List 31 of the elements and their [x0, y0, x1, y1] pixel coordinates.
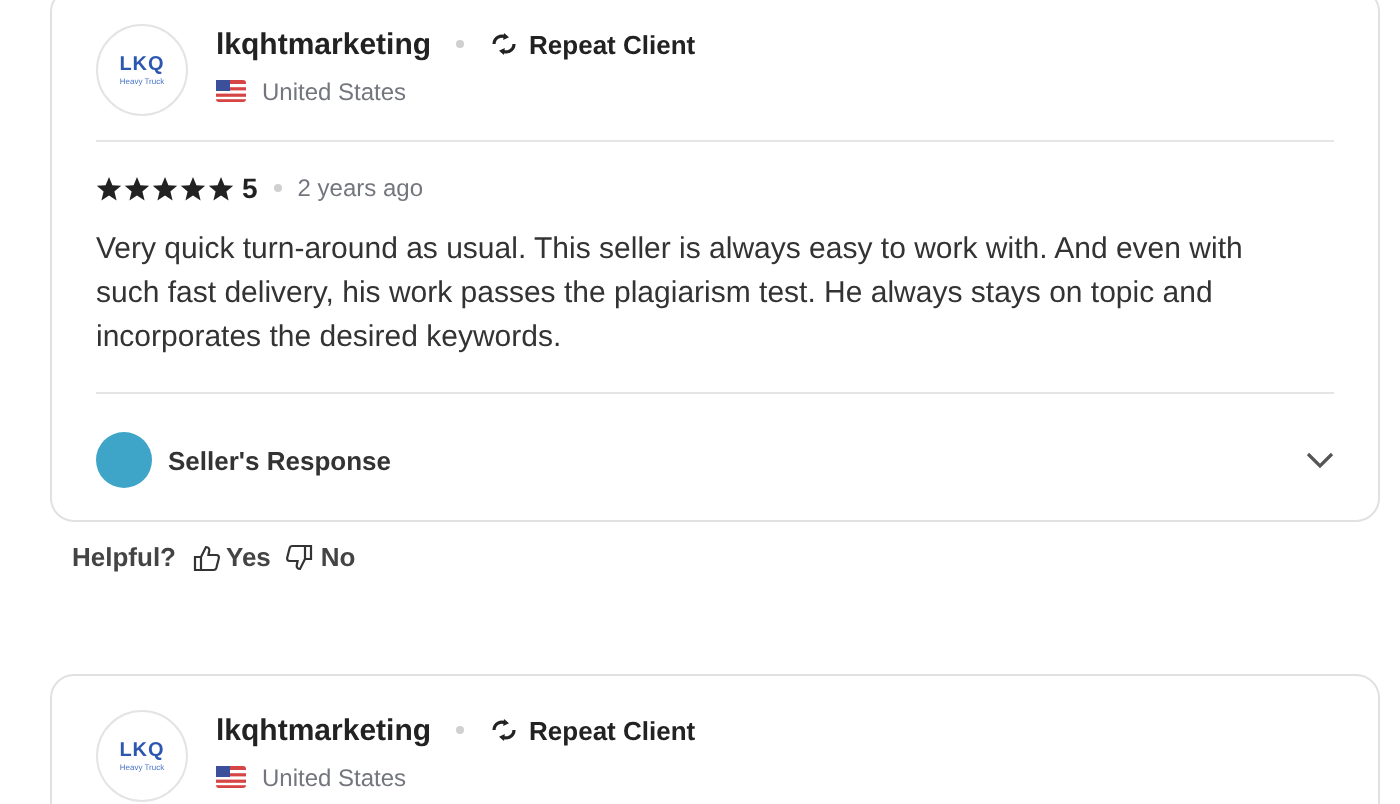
- logo-text: LKQ: [119, 55, 165, 75]
- separator-dot: [273, 184, 282, 192]
- country-name: United States: [262, 77, 407, 105]
- separator-dot: [455, 40, 464, 48]
- sellers-response-link[interactable]: Seller's Response: [168, 445, 1290, 475]
- username[interactable]: lkqhtmarketing: [216, 27, 432, 61]
- yes-button[interactable]: Yes: [192, 542, 271, 572]
- flag-icon: [216, 80, 246, 102]
- logo-text: LKQ: [119, 741, 165, 761]
- repeat-icon: [487, 30, 520, 58]
- star-icon: [124, 175, 150, 201]
- flag-icon: [216, 766, 246, 788]
- star-icon: [152, 175, 178, 201]
- no-button[interactable]: No: [286, 542, 356, 572]
- rating-value: 5: [242, 172, 258, 204]
- separator-dot: [455, 726, 464, 734]
- thumbs-down-icon: [286, 543, 315, 571]
- chevron-icon[interactable]: [1306, 451, 1334, 469]
- helpful-label: Helpful?: [72, 542, 176, 572]
- review-time: 2 years ago: [297, 174, 424, 202]
- star-icon: [208, 175, 234, 201]
- repeat-client-label: Repeat Client: [529, 715, 696, 745]
- star-icon: [96, 175, 122, 201]
- star-icon: [180, 175, 206, 201]
- country-name: United States: [262, 763, 407, 791]
- username[interactable]: lkqhtmarketing: [216, 713, 432, 747]
- seller-avatar: [96, 432, 152, 488]
- repeat-client-label: Repeat Client: [529, 29, 696, 59]
- review-text: Very quick turn-around as usual. This seller is always easy to work with. And even with such fast delivery, his work passes the plagiarism test. He always stays on topic and incorporates the desired keywords.: [96, 230, 1245, 358]
- thumbs-up-icon: [192, 543, 220, 571]
- repeat-icon: [487, 716, 520, 744]
